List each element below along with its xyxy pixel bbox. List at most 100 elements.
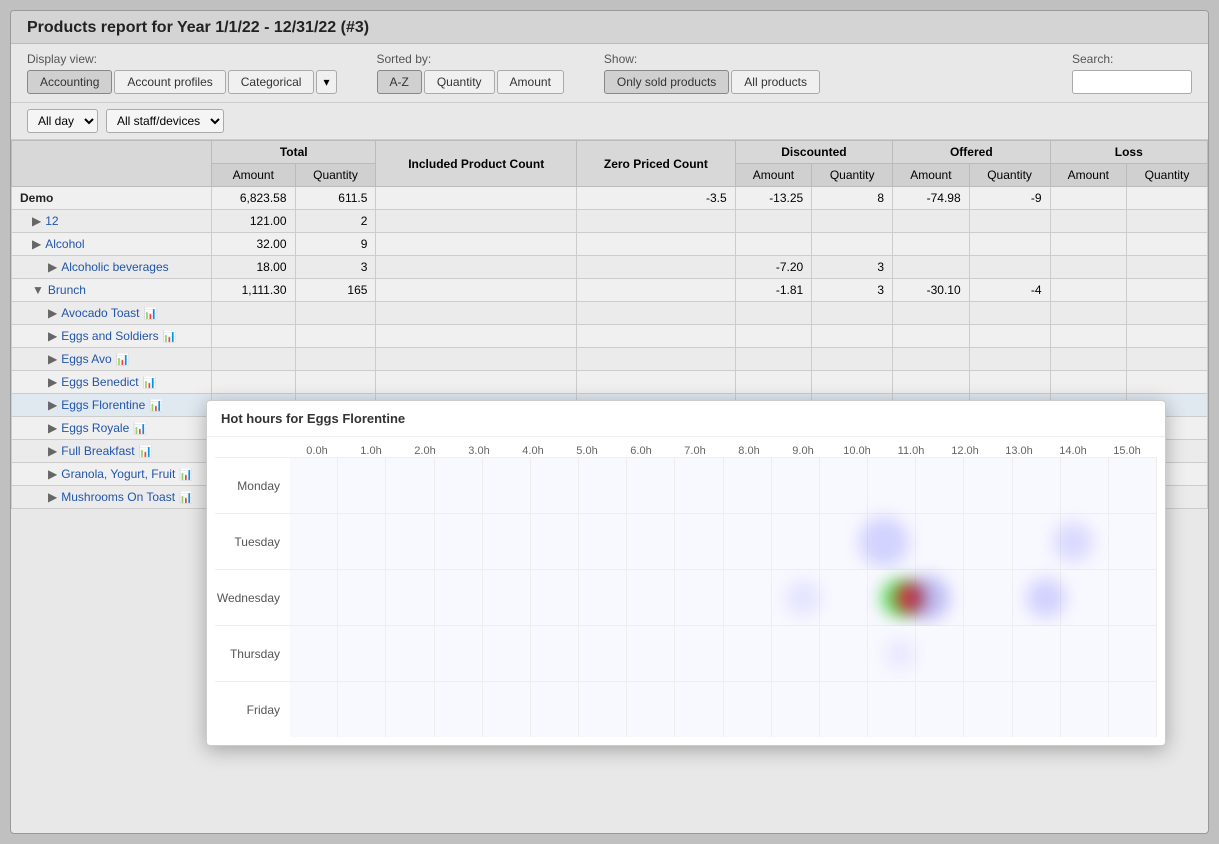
expand-arrow[interactable]: ▶: [48, 444, 57, 458]
btn-account-profiles[interactable]: Account profiles: [114, 70, 225, 94]
row-name[interactable]: Eggs Avo: [61, 352, 111, 366]
btn-amount[interactable]: Amount: [497, 70, 564, 94]
hour-label: 13.0h: [992, 445, 1046, 457]
row-name[interactable]: 12: [45, 214, 58, 228]
off-qty-cell: [969, 256, 1050, 279]
name-cell[interactable]: ▶ Mushrooms On Toast 📊: [12, 486, 212, 509]
loss-amount-cell: [1050, 325, 1127, 348]
expand-arrow[interactable]: ▶: [48, 352, 57, 366]
day-cells: [290, 458, 1157, 513]
row-name[interactable]: Demo: [20, 191, 53, 205]
btn-all-products[interactable]: All products: [731, 70, 820, 94]
quantity-cell: [295, 348, 376, 371]
chart-icon[interactable]: 📊: [179, 492, 193, 504]
hour-label: 8.0h: [722, 445, 776, 457]
heat-cell: [627, 626, 675, 681]
heat-cell: [1061, 626, 1109, 681]
included-cell: [376, 325, 577, 348]
heat-cell: [290, 570, 338, 625]
heat-cell: [1013, 626, 1061, 681]
expand-arrow[interactable]: ▶: [48, 306, 57, 320]
row-name[interactable]: Alcohol: [45, 237, 84, 251]
off-amount-cell: [893, 256, 970, 279]
chart-icon[interactable]: 📊: [116, 354, 130, 366]
name-cell[interactable]: Demo: [12, 187, 212, 210]
heat-cell: [290, 682, 338, 737]
quantity-cell: 9: [295, 233, 376, 256]
chart-icon[interactable]: 📊: [179, 469, 193, 481]
row-name[interactable]: Eggs Florentine: [61, 398, 145, 412]
off-quantity-header: Quantity: [969, 164, 1050, 187]
name-cell[interactable]: ▶ Alcohol: [12, 233, 212, 256]
name-cell[interactable]: ▶ Alcoholic beverages: [12, 256, 212, 279]
heat-cell: [290, 626, 338, 681]
name-cell[interactable]: ▶ Full Breakfast 📊: [12, 440, 212, 463]
expand-arrow[interactable]: ▶: [32, 237, 41, 251]
heatmap-day-row: Monday: [215, 457, 1157, 513]
name-cell[interactable]: ▶ Eggs Benedict 📊: [12, 371, 212, 394]
row-name[interactable]: Granola, Yogurt, Fruit: [61, 467, 175, 481]
row-name[interactable]: Mushrooms On Toast: [61, 490, 175, 504]
name-cell[interactable]: ▶ Eggs and Soldiers 📊: [12, 325, 212, 348]
show-buttons: Only sold products All products: [604, 70, 820, 94]
row-name[interactable]: Eggs Royale: [61, 421, 129, 435]
chart-icon[interactable]: 📊: [143, 377, 157, 389]
btn-az[interactable]: A-Z: [377, 70, 422, 94]
expand-arrow[interactable]: ▶: [48, 398, 57, 412]
chart-icon[interactable]: 📊: [139, 446, 153, 458]
name-cell[interactable]: ▼ Brunch: [12, 279, 212, 302]
name-cell[interactable]: ▶ Avocado Toast 📊: [12, 302, 212, 325]
zero-priced-cell: [577, 233, 736, 256]
btn-only-sold[interactable]: Only sold products: [604, 70, 729, 94]
name-cell[interactable]: ▶ Eggs Florentine 📊: [12, 394, 212, 417]
name-cell[interactable]: ▶ 12: [12, 210, 212, 233]
heatmap-day-row: Tuesday: [215, 513, 1157, 569]
heat-cell: [338, 570, 386, 625]
disc-amount-cell: [735, 371, 812, 394]
hour-label: 11.0h: [884, 445, 938, 457]
disc-qty-cell: [812, 371, 893, 394]
name-cell[interactable]: ▶ Granola, Yogurt, Fruit 📊: [12, 463, 212, 486]
name-cell[interactable]: ▶ Eggs Royale 📊: [12, 417, 212, 440]
row-name[interactable]: Alcoholic beverages: [61, 260, 168, 274]
btn-quantity[interactable]: Quantity: [424, 70, 495, 94]
btn-categorical[interactable]: Categorical: [228, 70, 315, 94]
search-label: Search:: [1072, 52, 1192, 66]
heat-cell: [916, 458, 964, 513]
chart-icon[interactable]: 📊: [144, 308, 158, 320]
row-name[interactable]: Eggs Benedict: [61, 375, 138, 389]
heat-cell: [1109, 570, 1157, 625]
disc-amount-cell: [735, 233, 812, 256]
expand-arrow[interactable]: ▶: [48, 260, 57, 274]
row-name[interactable]: Eggs and Soldiers: [61, 329, 158, 343]
display-view-dropdown[interactable]: ▾: [316, 70, 336, 94]
time-filter[interactable]: All day: [27, 109, 98, 133]
name-cell[interactable]: ▶ Eggs Avo 📊: [12, 348, 212, 371]
search-input[interactable]: [1072, 70, 1192, 94]
expand-arrow[interactable]: ▶: [48, 329, 57, 343]
off-amount-cell: -74.98: [893, 187, 970, 210]
expand-arrow[interactable]: ▶: [48, 375, 57, 389]
expand-arrow[interactable]: ▼: [32, 283, 44, 297]
chart-icon[interactable]: 📊: [133, 423, 147, 435]
disc-amount-cell: -1.81: [735, 279, 812, 302]
heatmap-day-row: Wednesday: [215, 569, 1157, 625]
staff-filter[interactable]: All staff/devices: [106, 109, 224, 133]
row-name[interactable]: Full Breakfast: [61, 444, 134, 458]
row-name[interactable]: Brunch: [48, 283, 86, 297]
heat-cell: [483, 458, 531, 513]
expand-arrow[interactable]: ▶: [48, 467, 57, 481]
off-qty-cell: [969, 348, 1050, 371]
btn-accounting[interactable]: Accounting: [27, 70, 112, 94]
expand-arrow[interactable]: ▶: [48, 490, 57, 504]
loss-qty-cell: [1127, 187, 1208, 210]
heat-cell: [1013, 458, 1061, 513]
chart-icon[interactable]: 📊: [163, 331, 177, 343]
expand-arrow[interactable]: ▶: [48, 421, 57, 435]
heat-cell: [531, 458, 579, 513]
chart-icon[interactable]: 📊: [149, 400, 163, 412]
row-name[interactable]: Avocado Toast: [61, 306, 139, 320]
expand-arrow[interactable]: ▶: [32, 214, 41, 228]
heat-cell: [772, 626, 820, 681]
heat-cell: [772, 514, 820, 569]
